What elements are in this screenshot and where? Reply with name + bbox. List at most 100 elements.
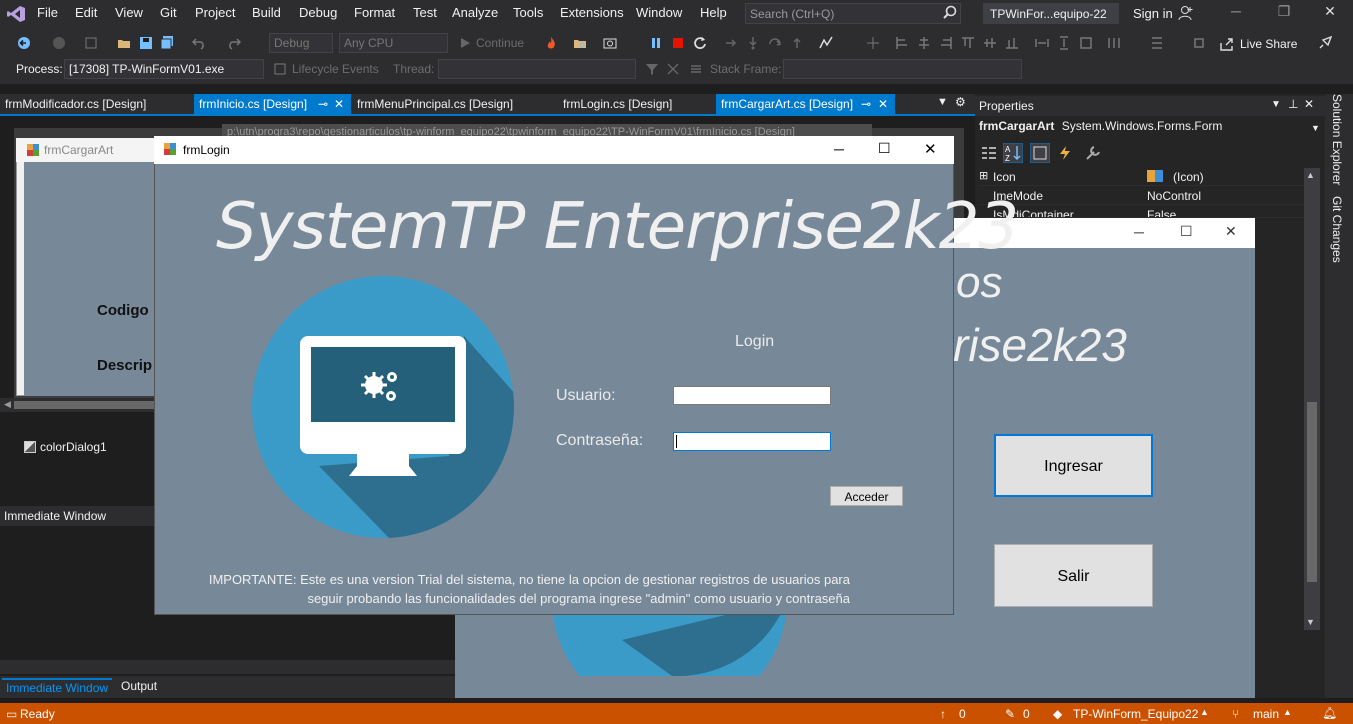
- property-row-ismdicontainer[interactable]: IsMdiContainer False: [979, 206, 1309, 218]
- align-bottoms-icon[interactable]: [1005, 36, 1019, 50]
- property-row-imemode[interactable]: ImeMode NoControl: [979, 187, 1309, 205]
- scroll-up-icon[interactable]: ▲: [1306, 170, 1315, 180]
- maximize-icon[interactable]: ☐: [1180, 223, 1193, 240]
- continue-button[interactable]: Continue: [476, 36, 524, 50]
- minimize-icon[interactable]: ─: [1221, 3, 1251, 23]
- show-next-statement-icon[interactable]: [724, 36, 738, 50]
- tab-frmmodificador[interactable]: frmModificador.cs [Design]: [0, 94, 151, 114]
- properties-scrollbar-thumb[interactable]: [1307, 402, 1317, 582]
- step-over-icon[interactable]: [768, 36, 782, 50]
- close-icon[interactable]: ✕: [924, 140, 937, 158]
- layout-icon[interactable]: [866, 36, 880, 50]
- pin-icon[interactable]: ⊥: [1288, 97, 1298, 111]
- object-dropdown-icon[interactable]: ▼: [1311, 123, 1320, 133]
- ingresar-button[interactable]: Ingresar: [994, 434, 1153, 497]
- tab-git-changes[interactable]: Git Changes: [1330, 196, 1344, 263]
- dropdown-icon[interactable]: ▼: [1271, 99, 1281, 110]
- tab-immediate-window[interactable]: Immediate Window: [2, 678, 113, 696]
- align-rights-icon[interactable]: [939, 36, 953, 50]
- menu-debug[interactable]: Debug: [299, 5, 337, 20]
- close-icon[interactable]: ✕: [1315, 3, 1345, 23]
- pencil-count[interactable]: 0: [1023, 707, 1030, 721]
- menu-test[interactable]: Test: [413, 5, 437, 20]
- repo-icon[interactable]: ◆: [1053, 707, 1062, 721]
- menu-help[interactable]: Help: [700, 5, 727, 20]
- pause-icon[interactable]: [649, 36, 663, 50]
- step-into-icon[interactable]: [746, 36, 760, 50]
- close-icon[interactable]: ✕: [1304, 97, 1314, 111]
- minimize-icon[interactable]: ─: [1134, 224, 1144, 240]
- undo-icon[interactable]: [192, 36, 206, 50]
- repo-dropdown-icon[interactable]: ▲: [1200, 707, 1209, 717]
- make-same-width-icon[interactable]: [1035, 36, 1049, 50]
- menu-edit[interactable]: Edit: [75, 5, 97, 20]
- menu-file[interactable]: File: [37, 5, 58, 20]
- lifecycle-events-icon[interactable]: [273, 62, 287, 76]
- configuration-select[interactable]: Debug: [269, 33, 333, 53]
- align-lefts-icon[interactable]: [895, 36, 909, 50]
- tab-frmmenuprincipal[interactable]: frmMenuPrincipal.cs [Design]: [352, 94, 518, 114]
- repository-name[interactable]: TP-WinForm_Equipo22: [1073, 707, 1198, 721]
- flag-threads-icon[interactable]: [666, 62, 680, 76]
- lifecycle-events-button[interactable]: Lifecycle Events: [292, 62, 379, 76]
- scroll-down-icon[interactable]: ▼: [1306, 617, 1315, 627]
- tab-solution-explorer[interactable]: Solution Explorer: [1330, 94, 1344, 185]
- colordialog-component[interactable]: colorDialog1: [24, 440, 107, 454]
- pin-icon[interactable]: ⊸: [318, 97, 328, 111]
- immediate-scrollbar[interactable]: [0, 660, 460, 674]
- stack-frame-select[interactable]: [783, 59, 1022, 79]
- menu-tools[interactable]: Tools: [513, 5, 543, 20]
- make-same-size-icon[interactable]: [1079, 36, 1093, 50]
- feedback-icon[interactable]: [1318, 36, 1332, 50]
- stack-frame-icon[interactable]: [689, 62, 703, 76]
- expand-icon[interactable]: ⊞: [979, 169, 988, 182]
- tab-output[interactable]: Output: [117, 678, 161, 694]
- up-count[interactable]: 0: [959, 707, 966, 721]
- branch-icon[interactable]: ⑂: [1232, 707, 1239, 721]
- live-share-button[interactable]: Live Share: [1240, 37, 1297, 51]
- new-project-icon[interactable]: [84, 36, 98, 50]
- tab-frminicio[interactable]: frmInicio.cs [Design] ⊸ ✕: [194, 94, 351, 114]
- publish-up-icon[interactable]: ↑: [940, 707, 946, 721]
- scroll-left-icon[interactable]: ◀: [4, 399, 11, 410]
- notifications-bell-icon[interactable]: 🔔︎: [1322, 706, 1337, 720]
- forward-icon[interactable]: [52, 36, 66, 50]
- center-form-icon[interactable]: [1192, 36, 1206, 50]
- menu-git[interactable]: Git: [160, 5, 177, 20]
- horizontal-spacing-icon[interactable]: [1107, 36, 1121, 50]
- align-centers-icon[interactable]: [917, 36, 931, 50]
- close-tab-icon[interactable]: ✕: [878, 97, 888, 111]
- hot-reload-icon[interactable]: [544, 36, 558, 50]
- tab-frmlogin[interactable]: frmLogin.cs [Design]: [558, 94, 677, 114]
- properties-object-selector[interactable]: frmCargarArt System.Windows.Forms.Form: [979, 119, 1222, 133]
- continue-icon[interactable]: [458, 36, 472, 50]
- tab-frmcargarart[interactable]: frmCargarArt.cs [Design] ⊸ ✕: [716, 94, 895, 114]
- back-icon[interactable]: [17, 36, 31, 50]
- restart-icon[interactable]: [693, 36, 707, 50]
- events-lightning-icon[interactable]: [1057, 145, 1073, 161]
- filter-icon[interactable]: [645, 62, 659, 76]
- save-all-icon[interactable]: [160, 36, 174, 50]
- acceder-button[interactable]: Acceder: [830, 486, 903, 506]
- align-tops-icon[interactable]: [961, 36, 975, 50]
- menu-window[interactable]: Window: [636, 5, 682, 20]
- screenshot-icon[interactable]: [603, 36, 617, 50]
- user-icon[interactable]: [1178, 5, 1194, 21]
- align-middles-icon[interactable]: [983, 36, 997, 50]
- contrasena-input[interactable]: [673, 432, 831, 451]
- usuario-input[interactable]: [673, 386, 831, 405]
- vertical-spacing-icon[interactable]: [1150, 36, 1164, 50]
- menu-analyze[interactable]: Analyze: [452, 5, 498, 20]
- tab-overflow-icon[interactable]: ▼: [937, 96, 948, 108]
- save-icon[interactable]: [139, 36, 153, 50]
- property-row-icon[interactable]: ⊞ Icon (Icon): [979, 168, 1309, 186]
- categorized-icon[interactable]: [981, 145, 997, 161]
- platform-select[interactable]: Any CPU: [339, 33, 448, 53]
- search-input[interactable]: Search (Ctrl+Q): [745, 3, 961, 24]
- settings-gear-icon[interactable]: ⚙: [955, 95, 966, 109]
- property-pages-wrench-icon[interactable]: [1085, 145, 1101, 161]
- close-tab-icon[interactable]: ✕: [334, 97, 344, 111]
- sign-in-link[interactable]: Sign in: [1133, 6, 1173, 21]
- stop-icon[interactable]: [671, 36, 685, 50]
- branch-name[interactable]: main: [1253, 707, 1279, 721]
